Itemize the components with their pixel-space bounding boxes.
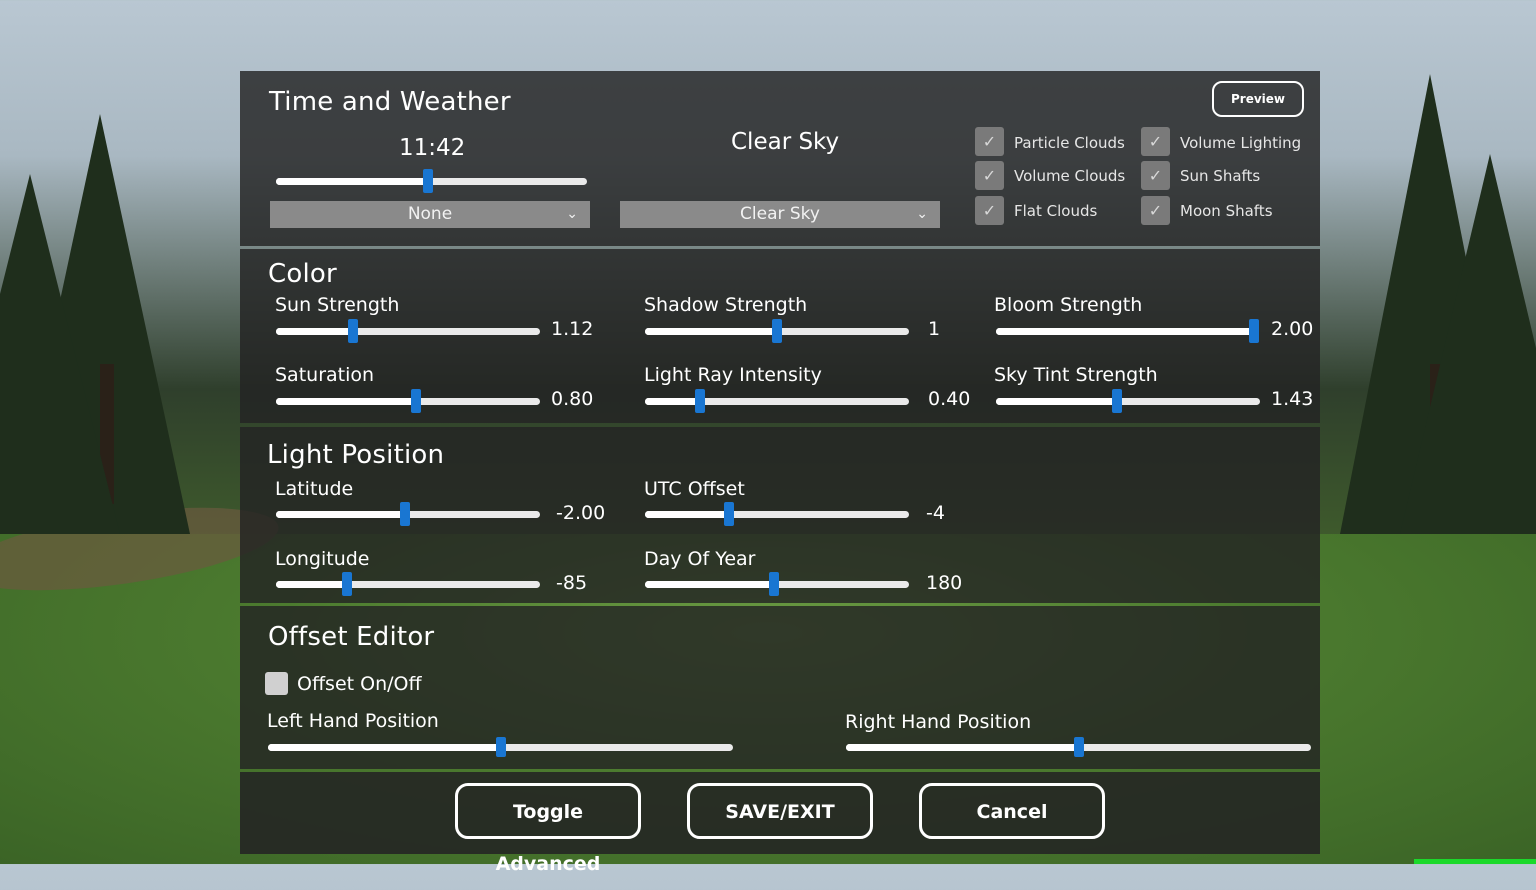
slider-value: 0.80 — [551, 388, 594, 410]
moon-shafts-checkbox[interactable]: ✓ — [1141, 196, 1170, 225]
sun-shafts-checkbox[interactable]: ✓ — [1141, 161, 1170, 190]
slider-label: Left Hand Position — [267, 710, 439, 732]
slider-handle[interactable] — [342, 572, 353, 596]
slider-label: Sky Tint Strength — [994, 364, 1158, 386]
check-icon: ✓ — [982, 201, 997, 220]
check-icon: ✓ — [982, 132, 997, 151]
slider-handle[interactable] — [1249, 319, 1259, 343]
sky-tint-strength-slider[interactable] — [996, 389, 1260, 413]
offset-editor-panel: Offset Editor Offset On/Off Left Hand Po… — [240, 606, 1320, 769]
checkbox-label: Volume Lighting — [1180, 134, 1302, 152]
shadow-strength-slider[interactable] — [645, 319, 909, 343]
panel-title: Color — [268, 259, 337, 289]
panel-title: Time and Weather — [269, 87, 511, 117]
slider-label: Right Hand Position — [845, 711, 1032, 733]
particle-clouds-checkbox[interactable]: ✓ — [975, 127, 1004, 156]
preview-button[interactable]: Preview — [1212, 81, 1304, 117]
slider-label: Light Ray Intensity — [644, 364, 822, 386]
light-position-panel: Light Position Latitude -2.00 UTC Offset… — [240, 427, 1320, 603]
panel-title: Light Position — [267, 440, 445, 470]
slider-value: -2.00 — [556, 502, 606, 524]
slider-handle[interactable] — [772, 319, 782, 343]
check-icon: ✓ — [1148, 166, 1163, 185]
weather-title: Clear Sky — [731, 129, 840, 155]
bloom-strength-slider[interactable] — [996, 319, 1259, 343]
checkbox-label: Offset On/Off — [297, 673, 422, 695]
save-exit-button[interactable]: SAVE/EXIT — [687, 783, 873, 839]
chevron-down-icon: ⌄ — [566, 206, 578, 222]
slider-handle[interactable] — [423, 169, 434, 193]
longitude-slider[interactable] — [276, 572, 540, 596]
slider-label: Saturation — [275, 364, 375, 386]
utc-offset-slider[interactable] — [645, 502, 909, 526]
panel-title: Offset Editor — [268, 622, 435, 652]
slider-value: 1.43 — [1271, 388, 1314, 410]
slider-label: Sun Strength — [275, 294, 400, 316]
sun-strength-slider[interactable] — [276, 319, 540, 343]
saturation-slider[interactable] — [276, 389, 540, 413]
checkbox-label: Particle Clouds — [1014, 134, 1125, 152]
slider-value: -4 — [926, 502, 945, 524]
offset-toggle-checkbox[interactable] — [265, 672, 288, 695]
volume-clouds-checkbox[interactable]: ✓ — [975, 161, 1004, 190]
tree — [0, 174, 120, 534]
slider-value: 180 — [926, 572, 963, 594]
toggle-advanced-button[interactable]: Toggle Advanced — [455, 783, 641, 875]
slider-handle[interactable] — [769, 572, 780, 596]
flat-clouds-checkbox[interactable]: ✓ — [975, 196, 1004, 225]
slider-label: UTC Offset — [644, 478, 745, 500]
light-ray-intensity-slider[interactable] — [645, 389, 909, 413]
slider-handle[interactable] — [724, 502, 735, 526]
time-weather-panel: Time and Weather Preview 11:42 None ⌄ Cl… — [240, 71, 1320, 246]
check-icon: ✓ — [1148, 132, 1163, 151]
checkbox-label: Flat Clouds — [1014, 202, 1098, 220]
right-hand-position-slider[interactable] — [846, 737, 1311, 757]
volume-lighting-checkbox[interactable]: ✓ — [1141, 127, 1170, 156]
checkbox-label: Sun Shafts — [1180, 167, 1261, 185]
dropdown-value: None — [407, 204, 453, 224]
latitude-slider[interactable] — [276, 502, 540, 526]
slider-handle[interactable] — [495, 737, 506, 757]
tree — [1400, 154, 1536, 534]
dropdown-value: Clear Sky — [740, 204, 820, 224]
check-icon: ✓ — [982, 166, 997, 185]
day-of-year-slider[interactable] — [645, 572, 909, 596]
slider-label: Bloom Strength — [994, 294, 1143, 316]
color-panel: Color Sun Strength 1.12 Shadow Strength … — [240, 249, 1320, 423]
cancel-button[interactable]: Cancel — [919, 783, 1105, 839]
slider-handle[interactable] — [1073, 737, 1084, 757]
checkbox-label: Volume Clouds — [1014, 167, 1126, 185]
slider-value: -85 — [556, 572, 588, 594]
check-icon: ✓ — [1148, 201, 1163, 220]
slider-label: Shadow Strength — [644, 294, 808, 316]
time-preset-dropdown[interactable]: None ⌄ — [270, 201, 590, 228]
slider-handle[interactable] — [410, 389, 421, 413]
slider-label: Latitude — [275, 478, 354, 500]
slider-value: 2.00 — [1271, 318, 1314, 340]
slider-handle[interactable] — [695, 389, 706, 413]
time-value: 11:42 — [399, 135, 466, 161]
left-hand-position-slider[interactable] — [268, 737, 733, 757]
slider-handle[interactable] — [400, 502, 411, 526]
status-indicator-bar — [1414, 859, 1536, 864]
weather-preset-dropdown[interactable]: Clear Sky ⌄ — [620, 201, 940, 228]
slider-value: 1 — [928, 318, 941, 340]
time-slider[interactable] — [276, 169, 587, 193]
slider-handle[interactable] — [347, 319, 358, 343]
checkbox-label: Moon Shafts — [1180, 202, 1273, 220]
footer-bar: Toggle Advanced SAVE/EXIT Cancel — [240, 772, 1320, 875]
chevron-down-icon: ⌄ — [916, 206, 928, 222]
slider-handle[interactable] — [1112, 389, 1123, 413]
slider-value: 0.40 — [928, 388, 971, 410]
slider-label: Day Of Year — [644, 548, 756, 570]
slider-label: Longitude — [275, 548, 370, 570]
slider-value: 1.12 — [551, 318, 594, 340]
